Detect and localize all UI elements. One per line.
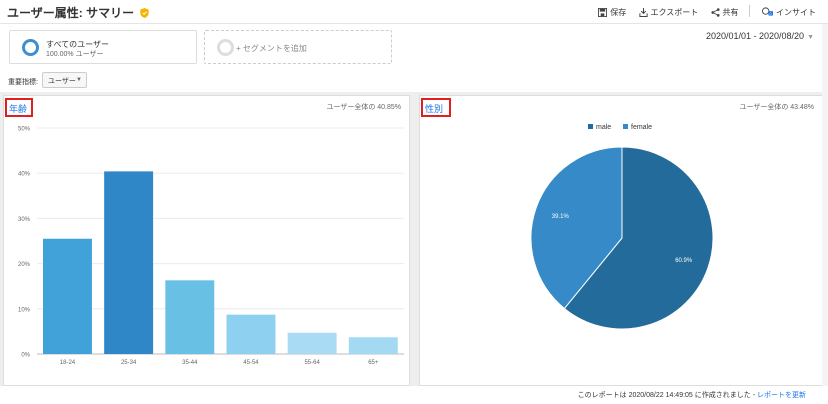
export-icon <box>638 8 648 18</box>
y-tick-label: 0% <box>21 353 30 359</box>
dropdown-arrow-icon: ▼ <box>76 77 82 83</box>
legend-label: female <box>631 124 652 131</box>
y-tick-label: 40% <box>18 172 31 178</box>
segment-percentage: 100.00% ユーザー <box>46 51 104 58</box>
svg-text:0: 0 <box>770 12 772 16</box>
share-button[interactable]: 共有 <box>710 7 739 18</box>
insight-button[interactable]: 0 インサイト <box>762 7 816 18</box>
gender-pie-chart: 60.9% 39.1% male female <box>530 124 714 330</box>
bar <box>104 171 154 354</box>
share-label: 共有 <box>722 8 739 17</box>
date-range-picker[interactable]: 2020/01/01 - 2020/08/20 ▼ <box>706 31 814 41</box>
slice-label: 60.9% <box>675 258 693 264</box>
y-tick-label: 20% <box>18 262 31 268</box>
x-tick-label: 65+ <box>368 360 379 366</box>
footer: このレポートは 2020/08/22 14:49:05 に作成されました - レ… <box>0 386 828 404</box>
empty-segment-icon <box>217 39 234 56</box>
report-timestamp: このレポートは 2020/08/22 14:49:05 に作成されました - レ… <box>578 390 806 400</box>
segment-all-users[interactable]: すべてのユーザー 100.00% ユーザー <box>9 30 197 64</box>
insight-icon: 0 <box>762 7 773 16</box>
date-range-text: 2020/01/01 - 2020/08/20 <box>705 31 805 41</box>
footer-text: このレポートは 2020/08/22 14:49:05 に作成されました - <box>577 392 757 399</box>
save-icon <box>598 8 608 17</box>
export-button[interactable]: エクスポート <box>638 7 699 18</box>
legend-swatch <box>588 124 593 129</box>
y-tick-label: 50% <box>18 127 31 133</box>
slice-label: 39.1% <box>552 214 570 220</box>
x-tick-label: 55-64 <box>304 360 320 366</box>
header-actions: 保存 エクスポート 共有 0 インサイト <box>588 5 816 18</box>
scrollbar[interactable] <box>822 24 828 386</box>
y-tick-label: 30% <box>18 217 31 223</box>
save-label: 保存 <box>610 8 627 17</box>
page-title-text: ユーザー属性: サマリー <box>7 6 135 20</box>
bar <box>287 332 337 354</box>
metric-selected: ユーザー <box>48 78 76 85</box>
export-label: エクスポート <box>650 8 699 17</box>
bar <box>226 314 276 354</box>
x-tick-label: 18-24 <box>60 360 76 366</box>
action-divider <box>748 5 750 17</box>
top-bar: ユーザー属性: サマリー 保存 エクスポート 共有 0 インサイト <box>0 0 828 24</box>
x-tick-label: 25-34 <box>121 360 137 366</box>
gender-panel: 性別 ユーザー全体の 43.48% 60.9% 39.1% male female <box>419 95 823 386</box>
segment-indicator-icon <box>22 39 39 56</box>
bar <box>165 280 215 354</box>
refresh-report-link[interactable]: レポートを更新 <box>757 392 806 399</box>
age-panel: 年齢 ユーザー全体の 40.85% 0% 10% 20% 30% 40% 50% 18-24… <box>3 95 410 386</box>
x-tick-label: 35-44 <box>182 360 198 366</box>
chevron-down-icon: ▼ <box>807 34 814 41</box>
bar <box>43 238 92 354</box>
shield-icon <box>140 8 150 18</box>
legend-label: male <box>596 124 611 131</box>
x-tick-label: 45-54 <box>243 360 259 366</box>
insight-label: インサイト <box>776 8 816 17</box>
add-segment-button[interactable]: + セグメントを追加 <box>204 30 392 64</box>
add-segment-label: + セグメントを追加 <box>236 44 307 53</box>
y-tick-label: 10% <box>18 307 31 313</box>
bar <box>348 337 398 354</box>
save-button[interactable]: 保存 <box>598 7 626 18</box>
metric-label: 重要指標: <box>8 79 38 86</box>
age-bar-chart: 0% 10% 20% 30% 40% 50% 18-24 25-34 35-44 45-54 55-… <box>18 127 404 366</box>
metric-select[interactable]: ユーザー ▼ <box>42 72 87 88</box>
share-icon <box>710 8 720 17</box>
legend-swatch <box>623 124 628 129</box>
segment-area: すべてのユーザー 100.00% ユーザー + セグメントを追加 2020/01… <box>0 24 828 92</box>
page-title: ユーザー属性: サマリー <box>7 4 150 21</box>
